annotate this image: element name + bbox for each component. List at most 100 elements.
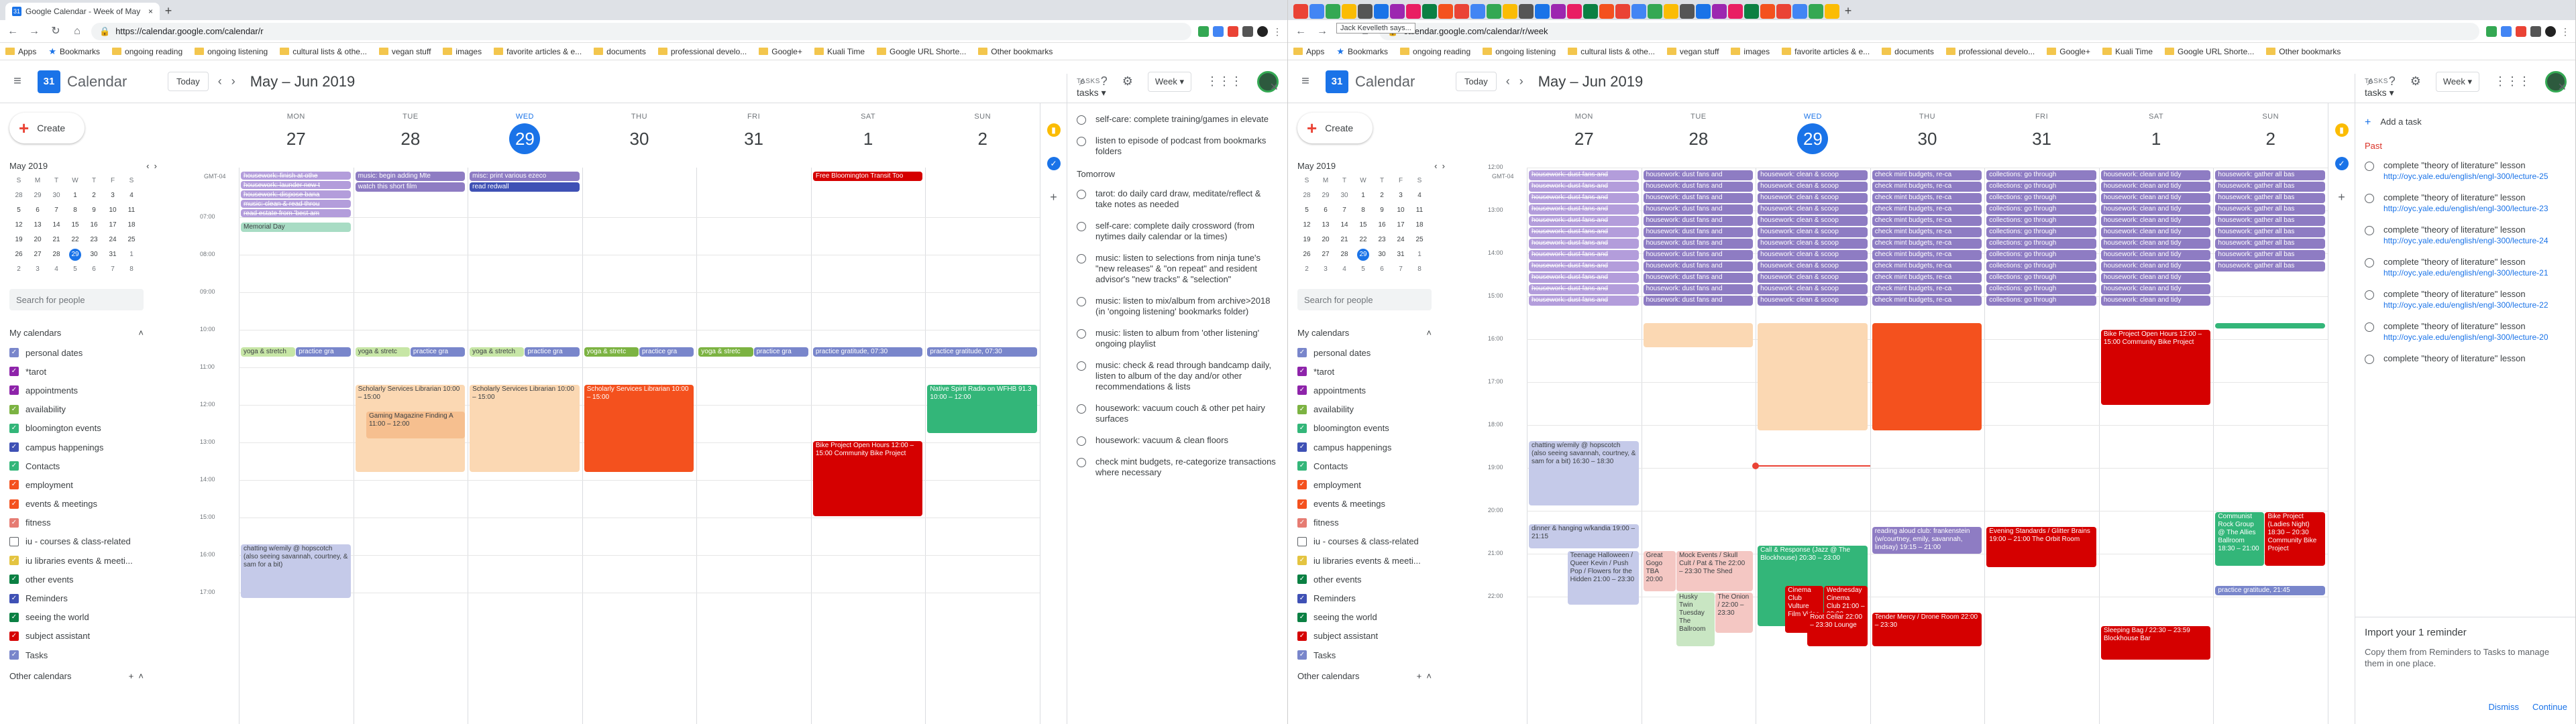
calendar-item[interactable]: ✓ seeing the world: [1297, 608, 1487, 627]
mini-day[interactable]: 5: [1297, 204, 1316, 217]
calendar-event[interactable]: housework: dust fans and: [1529, 273, 1639, 283]
checkbox-icon[interactable]: ✓: [1297, 404, 1307, 414]
bookmark-item[interactable]: Other bookmarks: [2266, 47, 2341, 56]
calendar-event[interactable]: check mint budgets, re-ca: [1872, 239, 1982, 249]
calendar-event[interactable]: housework: dispose bana: [241, 190, 351, 198]
mini-day[interactable]: 9: [85, 204, 103, 217]
tab-small[interactable]: [1792, 4, 1807, 19]
calendar-event[interactable]: collections: go through: [1986, 216, 2096, 226]
calendar-event[interactable]: practice gratitude, 07:30: [927, 347, 1037, 357]
task-link[interactable]: http://oyc.yale.edu/english/engl-300/lec…: [2383, 171, 2548, 182]
checkbox-icon[interactable]: ✓: [1297, 575, 1307, 585]
tab-small[interactable]: [1374, 4, 1389, 19]
calendar-event[interactable]: housework: dust fans and: [1529, 227, 1639, 237]
day-header-mon[interactable]: MON 27: [239, 113, 354, 154]
mini-day[interactable]: 28: [47, 249, 66, 261]
calendar-item[interactable]: ✓ appointments: [1297, 381, 1487, 400]
day-number[interactable]: 2: [967, 123, 998, 154]
calendar-event[interactable]: housework: clean & scoop: [1758, 273, 1868, 283]
mini-day[interactable]: 3: [1316, 263, 1335, 276]
tab-small[interactable]: [1503, 4, 1517, 19]
tab-small[interactable]: [1776, 4, 1791, 19]
calendar-event[interactable]: housework: clean and tidy: [2100, 250, 2211, 260]
tab-google-calendar[interactable]: 31 Google Calendar - Week of May ×: [5, 3, 160, 20]
bookmark-item[interactable]: ★ Bookmarks: [48, 46, 100, 57]
calendar-item[interactable]: ✓ availability: [9, 400, 199, 419]
calendar-event[interactable]: Sleeping Bag / 22:30 – 23:59 Blockhouse …: [2100, 626, 2211, 660]
calendar-event[interactable]: Communist Rock Group @ The Allies Ballro…: [2215, 512, 2265, 566]
task-list-selector[interactable]: tasks ▾: [2365, 87, 2394, 99]
search-people-input[interactable]: Search for people: [1297, 289, 1432, 310]
calendar-event[interactable]: Native Spirit Radio on WFHB 91.3 10:00 –…: [927, 385, 1037, 433]
task-checkbox-icon[interactable]: [1077, 458, 1086, 467]
checkbox-icon[interactable]: ✓: [1297, 612, 1307, 622]
calendar-event[interactable]: practice gra: [753, 347, 808, 357]
mini-day[interactable]: 4: [1410, 190, 1429, 202]
chevron-up-icon[interactable]: ˄: [138, 328, 144, 338]
mini-day[interactable]: 22: [1354, 234, 1373, 246]
calendar-event[interactable]: housework: clean and tidy: [2100, 170, 2211, 180]
calendar-event[interactable]: housework: clean and tidy: [2100, 273, 2211, 283]
calendar-event[interactable]: housework: dust fans and: [1643, 204, 1754, 215]
calendar-event[interactable]: misc: print various ezeco: [470, 172, 580, 181]
calendar-event[interactable]: check mint budgets, re-ca: [1872, 296, 1982, 306]
mini-day[interactable]: 28: [1297, 190, 1316, 202]
calendar-event[interactable]: housework: clean and tidy: [2100, 182, 2211, 192]
calendar-event[interactable]: housework: gather all bas: [2215, 250, 2325, 260]
calendar-event[interactable]: check mint budgets, re-ca: [1872, 193, 1982, 203]
mini-day[interactable]: 14: [47, 219, 66, 231]
today-button[interactable]: Today: [168, 72, 209, 91]
calendar-event[interactable]: check mint budgets, re-ca: [1872, 182, 1982, 192]
mini-day[interactable]: 29: [1316, 190, 1335, 202]
task-checkbox-icon[interactable]: [2365, 258, 2374, 267]
calendar-event[interactable]: housework: clean & scoop: [1758, 261, 1868, 272]
calendar-event[interactable]: housework: dust fans and: [1643, 284, 1754, 294]
next-week-icon[interactable]: ›: [231, 74, 235, 88]
tab-small[interactable]: [1535, 4, 1550, 19]
calendar-event[interactable]: collections: go through: [1986, 273, 2096, 283]
calendar-event[interactable]: Root Cellar 22:00 – 23:30 Lounge: [1807, 613, 1868, 646]
tab-small[interactable]: [1470, 4, 1485, 19]
home-icon[interactable]: ⌂: [70, 24, 85, 39]
calendar-event[interactable]: yoga & stretch: [470, 347, 525, 357]
bookmark-item[interactable]: Other bookmarks: [978, 47, 1053, 56]
task-checkbox-icon[interactable]: [2365, 290, 2374, 300]
task-link[interactable]: http://oyc.yale.edu/english/engl-300/lec…: [2383, 235, 2548, 246]
calendar-event[interactable]: housework: dust fans and: [1529, 193, 1639, 203]
task-checkbox-icon[interactable]: [1077, 115, 1086, 125]
mini-day[interactable]: 30: [47, 190, 66, 202]
calendar-event[interactable]: dinner & hanging w/kandia 19:00 – 21:15: [1529, 524, 1639, 548]
mini-day[interactable]: 11: [122, 204, 141, 217]
mini-day[interactable]: 13: [1316, 219, 1335, 231]
calendar-event[interactable]: [1758, 323, 1868, 430]
mini-day[interactable]: 8: [66, 204, 85, 217]
task-checkbox-icon[interactable]: [2365, 322, 2374, 332]
calendar-item[interactable]: ✓ campus happenings: [9, 438, 199, 457]
checkbox-icon[interactable]: [9, 536, 19, 546]
bookmark-item[interactable]: Google URL Shorte...: [2165, 47, 2254, 56]
add-other-calendar-icon[interactable]: + ˄: [129, 671, 144, 681]
bookmark-item[interactable]: cultural lists & othe...: [280, 47, 367, 56]
calendar-event[interactable]: Mock Events / Skull Cult / Pat & The 22:…: [1676, 551, 1754, 591]
calendar-event[interactable]: housework: finish at othe: [241, 172, 351, 180]
checkbox-icon[interactable]: ✓: [9, 499, 19, 509]
tab-small[interactable]: [1680, 4, 1695, 19]
bookmark-item[interactable]: images: [1731, 47, 1770, 56]
chevron-up-icon[interactable]: ˄: [1426, 328, 1432, 338]
calendar-item[interactable]: ✓ subject assistant: [1297, 627, 1487, 646]
calendar-item[interactable]: ✓ Reminders: [1297, 589, 1487, 607]
calendar-event[interactable]: housework: dust fans and: [1643, 250, 1754, 260]
calendar-event[interactable]: housework: gather all bas: [2215, 216, 2325, 226]
calendar-event[interactable]: practice gra: [525, 347, 580, 357]
calendar-event[interactable]: chatting w/emily @ hopscotch (also seein…: [1529, 441, 1639, 505]
forward-icon[interactable]: →: [1315, 24, 1330, 39]
calendar-event[interactable]: housework: clean & scoop: [1758, 296, 1868, 306]
calendar-event[interactable]: check mint budgets, re-ca: [1872, 250, 1982, 260]
tab-small[interactable]: [1326, 4, 1340, 19]
calendar-item[interactable]: ✓ bloomington events: [9, 419, 199, 438]
calendar-event[interactable]: Bike Project (Ladies Night) 18:30 – 20:3…: [2265, 512, 2325, 566]
mini-day[interactable]: 27: [28, 249, 47, 261]
day-header-mon[interactable]: MON 27: [1527, 113, 1642, 154]
checkbox-icon[interactable]: ✓: [1297, 518, 1307, 528]
mini-day[interactable]: 2: [9, 263, 28, 276]
